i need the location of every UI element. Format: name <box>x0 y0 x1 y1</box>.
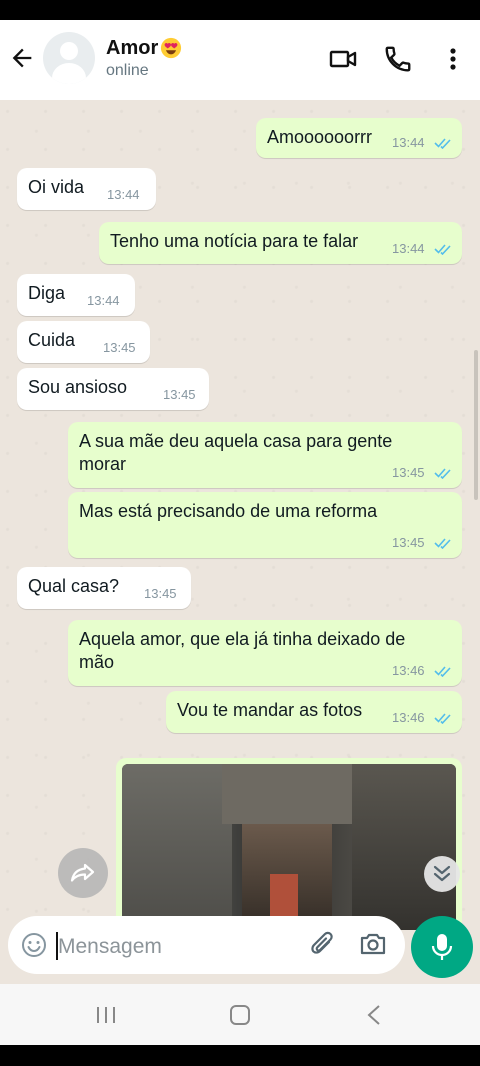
message-text: Qual casa? <box>28 576 120 596</box>
message-text: Mas está precisando de uma reforma <box>79 501 378 521</box>
system-back-icon[interactable] <box>366 1005 382 1025</box>
message-bubble-in[interactable]: Oi vida 13:44 <box>17 168 156 210</box>
message-time: 13:44 <box>107 187 140 202</box>
chat-header: Amor online <box>0 20 480 100</box>
system-navigation-bar <box>0 984 480 1045</box>
message-bubble-in[interactable]: Diga 13:44 <box>17 274 135 316</box>
message-text: Tenho uma notícia para te falar <box>110 231 359 251</box>
forward-icon <box>70 863 95 882</box>
heart-eyes-emoji-icon <box>160 37 182 59</box>
contact-name[interactable]: Amor <box>106 37 158 60</box>
attach-icon[interactable] <box>310 930 338 960</box>
message-time: 13:44 <box>392 135 425 150</box>
read-ticks-icon <box>434 244 451 255</box>
message-bubble-out[interactable]: A sua mãe deu aquela casa para gente mor… <box>68 422 462 488</box>
message-bubble-out[interactable]: Amoooooorrr 13:44 <box>256 118 462 158</box>
message-time: 13:44 <box>392 241 425 256</box>
message-time: 13:46 <box>392 663 425 678</box>
video-call-icon[interactable] <box>328 44 358 74</box>
scrollbar[interactable] <box>474 350 478 500</box>
message-time: 13:45 <box>103 340 136 355</box>
avatar[interactable] <box>43 32 95 84</box>
message-text: A sua mãe deu aquela casa para gente mor… <box>79 431 393 474</box>
message-time: 13:45 <box>392 465 425 480</box>
back-arrow-icon[interactable] <box>8 44 36 72</box>
phone-call-icon[interactable] <box>383 44 413 74</box>
message-input-placeholder: Mensagem <box>58 935 162 958</box>
message-time: 13:45 <box>392 535 425 550</box>
message-bubble-in[interactable]: Sou ansioso 13:45 <box>17 368 209 410</box>
message-bubble-out[interactable]: Vou te mandar as fotos 13:46 <box>166 691 462 733</box>
message-list[interactable]: Amoooooorrr 13:44 Oi vida 13:44 Tenho um… <box>0 100 480 1018</box>
message-text: Sou ansioso <box>28 377 128 397</box>
message-bubble-out[interactable]: Mas está precisando de uma reforma 13:45 <box>68 492 462 558</box>
message-time: 13:46 <box>392 710 425 725</box>
message-time: 13:44 <box>87 293 120 308</box>
read-ticks-icon <box>434 538 451 549</box>
double-chevron-down-icon <box>433 865 451 882</box>
home-icon[interactable] <box>229 1005 251 1025</box>
message-text: Cuida <box>28 330 76 350</box>
message-time: 13:45 <box>144 586 177 601</box>
message-text: Vou te mandar as fotos <box>177 700 363 720</box>
emoji-icon[interactable] <box>21 932 47 958</box>
recent-apps-icon[interactable] <box>95 1006 117 1024</box>
message-bubble-out[interactable]: Aquela amor, que ela já tinha deixado de… <box>68 620 462 686</box>
message-text: Amoooooorrr <box>267 127 373 147</box>
forward-button[interactable] <box>58 848 108 898</box>
message-text: Diga <box>28 283 66 303</box>
contact-status: online <box>106 62 149 79</box>
chat-screen: Amor online Amoooooorrr 13:44 Oi vida 13… <box>0 20 480 1045</box>
message-bubble-in[interactable]: Cuida 13:45 <box>17 321 150 363</box>
read-ticks-icon <box>434 713 451 724</box>
more-options-icon[interactable] <box>438 44 468 74</box>
microphone-icon <box>431 934 453 960</box>
read-ticks-icon <box>434 468 451 479</box>
voice-message-button[interactable] <box>411 916 473 978</box>
read-ticks-icon <box>434 138 451 149</box>
camera-icon[interactable] <box>359 931 387 957</box>
read-ticks-icon <box>434 666 451 677</box>
message-text: Oi vida <box>28 177 85 197</box>
message-bubble-out[interactable]: Tenho uma notícia para te falar 13:44 <box>99 222 462 264</box>
message-text: Aquela amor, que ela já tinha deixado de… <box>79 629 406 672</box>
message-bubble-in[interactable]: Qual casa? 13:45 <box>17 567 191 609</box>
scroll-to-bottom-button[interactable] <box>424 856 460 892</box>
message-time: 13:45 <box>163 387 196 402</box>
